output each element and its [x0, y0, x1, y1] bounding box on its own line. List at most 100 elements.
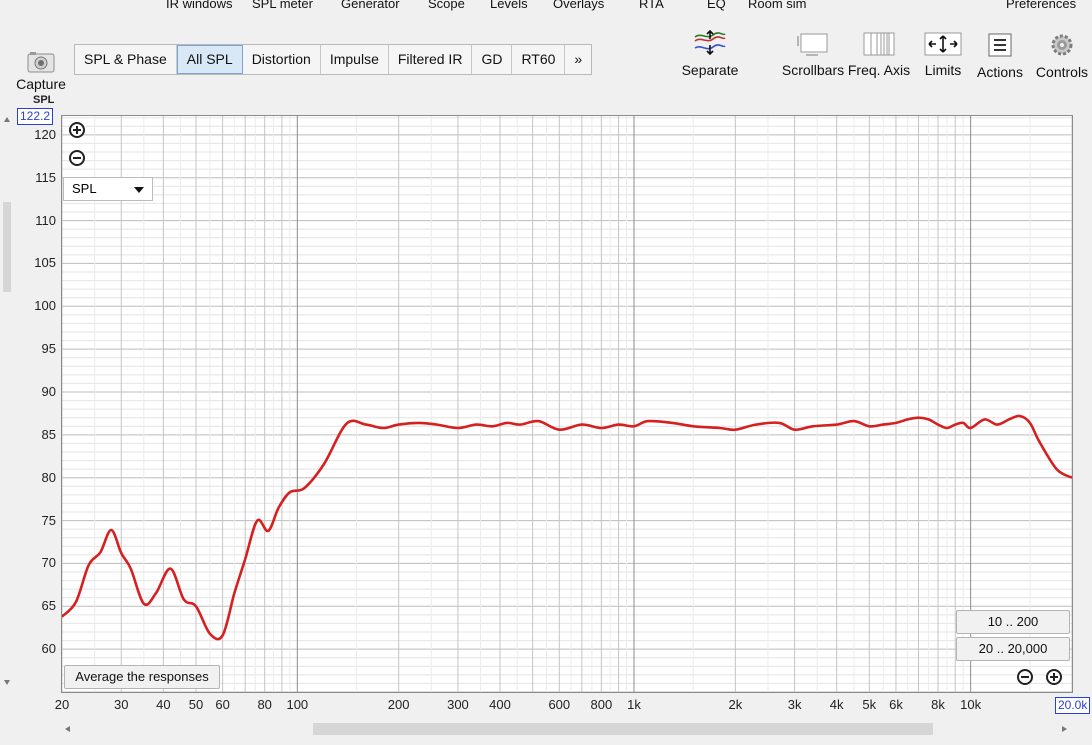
x-tick-label: 200: [387, 697, 410, 712]
menu-room-sim[interactable]: Room sim: [748, 0, 807, 11]
menu-ir-windows[interactable]: IR windows: [166, 0, 232, 11]
limits-button[interactable]: Limits: [918, 32, 968, 78]
x-tick-label: 100: [286, 697, 309, 712]
spl-selector[interactable]: SPL: [63, 177, 153, 201]
y-tick-label: 85: [41, 426, 56, 442]
data-point: [436, 424, 437, 425]
data-point: [222, 635, 223, 636]
data-point: [538, 421, 539, 422]
x-tick-label: 40: [156, 697, 171, 712]
data-point: [633, 426, 634, 427]
menu-preferences[interactable]: Preferences: [1006, 0, 1076, 11]
x-zoom-in-icon[interactable]: [1046, 669, 1062, 685]
data-point: [907, 419, 908, 420]
data-point: [836, 424, 837, 425]
tab-gd[interactable]: GD: [472, 45, 513, 74]
y-tick-label: 115: [35, 169, 56, 185]
menu-scope[interactable]: Scope: [428, 0, 465, 11]
data-point: [693, 426, 694, 427]
x-tick-label: 8k: [931, 697, 945, 712]
data-point: [647, 421, 648, 422]
data-point: [1039, 441, 1040, 442]
data-point: [304, 487, 305, 488]
scroll-thumb: [3, 202, 11, 292]
data-point: [121, 553, 122, 554]
data-point: [520, 424, 521, 425]
data-point: [601, 427, 602, 428]
x-tick-label: 4k: [829, 697, 844, 712]
y-tick-label: 95: [41, 341, 56, 357]
menu-levels[interactable]: Levels: [490, 0, 528, 11]
data-point: [111, 529, 112, 530]
data-point: [130, 568, 131, 569]
data-point: [755, 424, 756, 425]
separate-button[interactable]: Separate: [678, 30, 742, 78]
zoom-out-icon[interactable]: [69, 150, 85, 166]
data-point: [75, 601, 76, 602]
data-point: [869, 426, 870, 427]
menu-generator[interactable]: Generator: [341, 0, 400, 11]
data-point: [170, 568, 171, 569]
tab-filtered-ir[interactable]: Filtered IR: [389, 45, 473, 74]
data-point: [779, 422, 780, 423]
x-tick-label: 3k: [787, 697, 802, 712]
freq-axis-button[interactable]: Freq. Axis: [845, 32, 913, 78]
data-point: [997, 424, 998, 425]
vertical-scrollbar[interactable]: [0, 112, 14, 742]
data-point: [937, 424, 938, 425]
menu-eq[interactable]: EQ: [707, 0, 726, 11]
data-point: [100, 552, 101, 553]
tab-rt60[interactable]: RT60: [512, 45, 566, 74]
data-point: [853, 421, 854, 422]
tab-impulse[interactable]: Impulse: [321, 45, 389, 74]
data-point: [963, 422, 964, 423]
capture-button[interactable]: Capture: [10, 50, 72, 92]
horizontal-scrollbar[interactable]: [61, 719, 1073, 739]
tab-all-spl[interactable]: All SPL: [176, 45, 243, 74]
gear-icon: [1051, 34, 1073, 56]
separate-icon: [694, 30, 726, 56]
freq-axis-icon: [863, 32, 895, 56]
tab-more[interactable]: »: [565, 45, 591, 74]
x-axis-right-value[interactable]: 20.0k: [1055, 697, 1091, 714]
freq-axis-label: Freq. Axis: [847, 62, 911, 78]
data-point: [346, 423, 347, 424]
data-point: [195, 606, 196, 607]
menu-bar: IR windows SPL meter Generator Scope Lev…: [0, 0, 1092, 16]
y-axis-top-value[interactable]: 122.2: [17, 108, 54, 125]
menu-spl-meter[interactable]: SPL meter: [252, 0, 313, 11]
average-responses-button[interactable]: Average the responses: [64, 665, 220, 689]
zoom-in-icon[interactable]: [69, 122, 85, 138]
tab-spl-phase[interactable]: SPL & Phase: [75, 45, 177, 74]
menu-rta[interactable]: RTA: [639, 0, 664, 11]
menu-overlays[interactable]: Overlays: [553, 0, 604, 11]
camera-icon: [27, 52, 55, 73]
scrollbars-icon: [797, 33, 828, 56]
graph-tabs: SPL & Phase All SPL Distortion Impulse F…: [74, 44, 593, 75]
x-zoom-out-icon[interactable]: [1017, 669, 1033, 685]
range-20-20000-button[interactable]: 20 .. 20,000: [956, 637, 1070, 661]
y-tick-label: 110: [35, 212, 56, 228]
range-10-200-button[interactable]: 10 .. 200: [956, 610, 1070, 634]
data-point: [1029, 422, 1030, 423]
data-point: [672, 422, 673, 423]
data-point: [365, 424, 366, 425]
x-tick-label: 10k: [960, 697, 982, 712]
x-tick-label: 800: [590, 697, 613, 712]
x-tick-label: 6k: [889, 697, 903, 712]
scroll-up-arrow-icon: [4, 117, 10, 122]
spl-chart: [62, 116, 1072, 692]
actions-button[interactable]: Actions: [972, 32, 1028, 80]
scrollbars-button[interactable]: Scrollbars: [772, 32, 854, 78]
plot-area[interactable]: [61, 115, 1073, 693]
data-point: [383, 427, 384, 428]
controls-button[interactable]: Controls: [1034, 32, 1090, 80]
actions-label: Actions: [977, 64, 1023, 80]
data-point: [928, 419, 929, 420]
tab-distortion[interactable]: Distortion: [243, 45, 321, 74]
x-tick-label: 60: [215, 697, 230, 712]
data-point: [419, 422, 420, 423]
data-point: [278, 507, 279, 508]
data-point: [812, 426, 813, 427]
scrollbars-label: Scrollbars: [781, 62, 845, 78]
